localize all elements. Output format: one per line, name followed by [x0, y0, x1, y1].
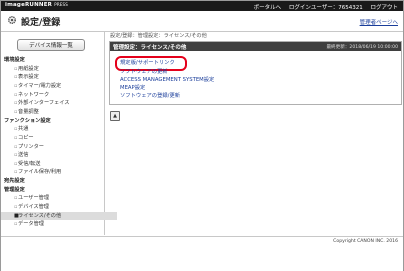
sidebar-item-label: 表示設定: [18, 74, 39, 81]
logout-link[interactable]: ログアウト: [370, 5, 398, 11]
sidebar-item-label: 外部インターフェイス: [18, 100, 70, 107]
meap-settings-link[interactable]: MEAP設定: [120, 83, 145, 91]
last-updated: 最終更新：2018/06/19 10:00:00: [326, 44, 398, 50]
sidebar-item[interactable]: ▫送信: [1, 151, 117, 159]
software-update-link[interactable]: ソフトウェアの更新: [120, 67, 168, 75]
sidebar-item-label: 音量調整: [18, 108, 39, 115]
panel-header: 管理設定：ライセンス/その他 最終更新：2018/06/19 10:00:00: [110, 42, 401, 51]
sidebar-item-label: ファイル保存/利用: [18, 169, 62, 176]
sidebar-item[interactable]: ▫データ管理: [1, 220, 117, 228]
sidebar-item[interactable]: ▫外部インターフェイス: [1, 99, 117, 107]
top-links: ポータルへ ログインユーザー：7654321 ログアウト: [248, 3, 398, 11]
sidebar-item[interactable]: ▫用紙設定: [1, 65, 117, 73]
page-title: 設定/登録: [21, 18, 61, 28]
sidebar-item[interactable]: ▫共通: [1, 125, 117, 133]
sidebar-item-label: ネットワーク: [18, 91, 50, 98]
access-management-link[interactable]: ACCESS MANAGEMENT SYSTEM設定: [120, 75, 214, 83]
sidebar-item[interactable]: ▫プリンター: [1, 143, 117, 151]
sidebar-item-label: 用紙設定: [18, 65, 39, 72]
sidebar-item[interactable]: ▫デバイス管理: [1, 203, 117, 211]
sidebar-item-label: ユーザー管理: [18, 195, 50, 202]
support-link[interactable]: 規定版/サポートリンク: [120, 58, 175, 66]
sidebar: デバイス情報一覧 環境設定 ▫用紙設定 ▫表示設定 ▫タイマー/電力設定 ▫ネットワーク…: [1, 32, 117, 235]
sidebar-item-label: ファンクション設定: [4, 117, 51, 124]
login-user-label: ログインユーザー：7654321: [288, 4, 363, 11]
sidebar-item-label: 管理設定: [4, 186, 25, 193]
sidebar-item-label: 送信: [18, 152, 29, 159]
sidebar-item-label: デバイス管理: [18, 204, 49, 211]
browser-frame: imageRUNNER PRESS ポータルへ ログインユーザー：7654321…: [0, 0, 404, 271]
sidebar-item[interactable]: ▫受信/転送: [1, 160, 117, 168]
license-panel: 管理設定：ライセンス/その他 最終更新：2018/06/19 10:00:00 …: [109, 41, 402, 105]
settings-gear-icon: [7, 15, 17, 25]
sidebar-item-label: 共通: [18, 126, 29, 133]
sidebar-item-label: 環境設定: [4, 57, 25, 63]
sidebar-section: 環境設定: [1, 56, 107, 64]
sidebar-item-label: コピー: [18, 134, 34, 141]
brand-logo: imageRUNNER PRESS: [5, 2, 69, 8]
sidebar-item-label: 受信/転送: [18, 160, 41, 167]
portal-link[interactable]: ポータルへ: [254, 5, 282, 11]
device-info-button[interactable]: デバイス情報一覧: [17, 39, 85, 51]
sidebar-section: 管理設定: [1, 186, 107, 194]
sidebar-item[interactable]: ▫ファイル保存/利用: [1, 168, 117, 176]
sidebar-item[interactable]: ■ライセンス/その他: [1, 211, 117, 220]
software-register-link[interactable]: ソフトウェアの登録/更新: [120, 91, 180, 99]
copyright: Copyright CANON INC. 2016: [333, 239, 398, 244]
sidebar-item[interactable]: ▫コピー: [1, 134, 117, 142]
panel-title: 管理設定：ライセンス/その他: [113, 45, 187, 51]
admin-page-link[interactable]: 管理者ページへ: [360, 18, 398, 26]
sidebar-item[interactable]: ▫表示設定: [1, 73, 117, 81]
sidebar-item[interactable]: ▫ユーザー管理: [1, 194, 117, 202]
sidebar-item-label: ライセンス/その他: [18, 212, 62, 219]
footer: Copyright CANON INC. 2016: [1, 236, 403, 271]
sidebar-item-label: タイマー/電力設定: [18, 82, 62, 89]
top-bar: imageRUNNER PRESS ポータルへ ログインユーザー：7654321…: [1, 1, 403, 11]
sidebar-item[interactable]: ▫タイマー/電力設定: [1, 82, 117, 90]
sidebar-item-label: 宛先設定: [4, 178, 25, 185]
sidebar-item-label: プリンター: [18, 143, 44, 150]
sidebar-item[interactable]: ▫ネットワーク: [1, 91, 117, 99]
sidebar-section: ファンクション設定: [1, 117, 107, 125]
sidebar-section: 宛先設定: [1, 177, 107, 185]
sidebar-item-label: データ管理: [18, 221, 44, 228]
sidebar-item[interactable]: ▫音量調整: [1, 108, 117, 116]
page-top-icon[interactable]: ▲: [110, 111, 120, 121]
breadcrumb: 設定/登録：管理設定：ライセンス/その他: [110, 33, 207, 39]
title-bar: 設定/登録 管理者ページへ: [1, 11, 403, 32]
